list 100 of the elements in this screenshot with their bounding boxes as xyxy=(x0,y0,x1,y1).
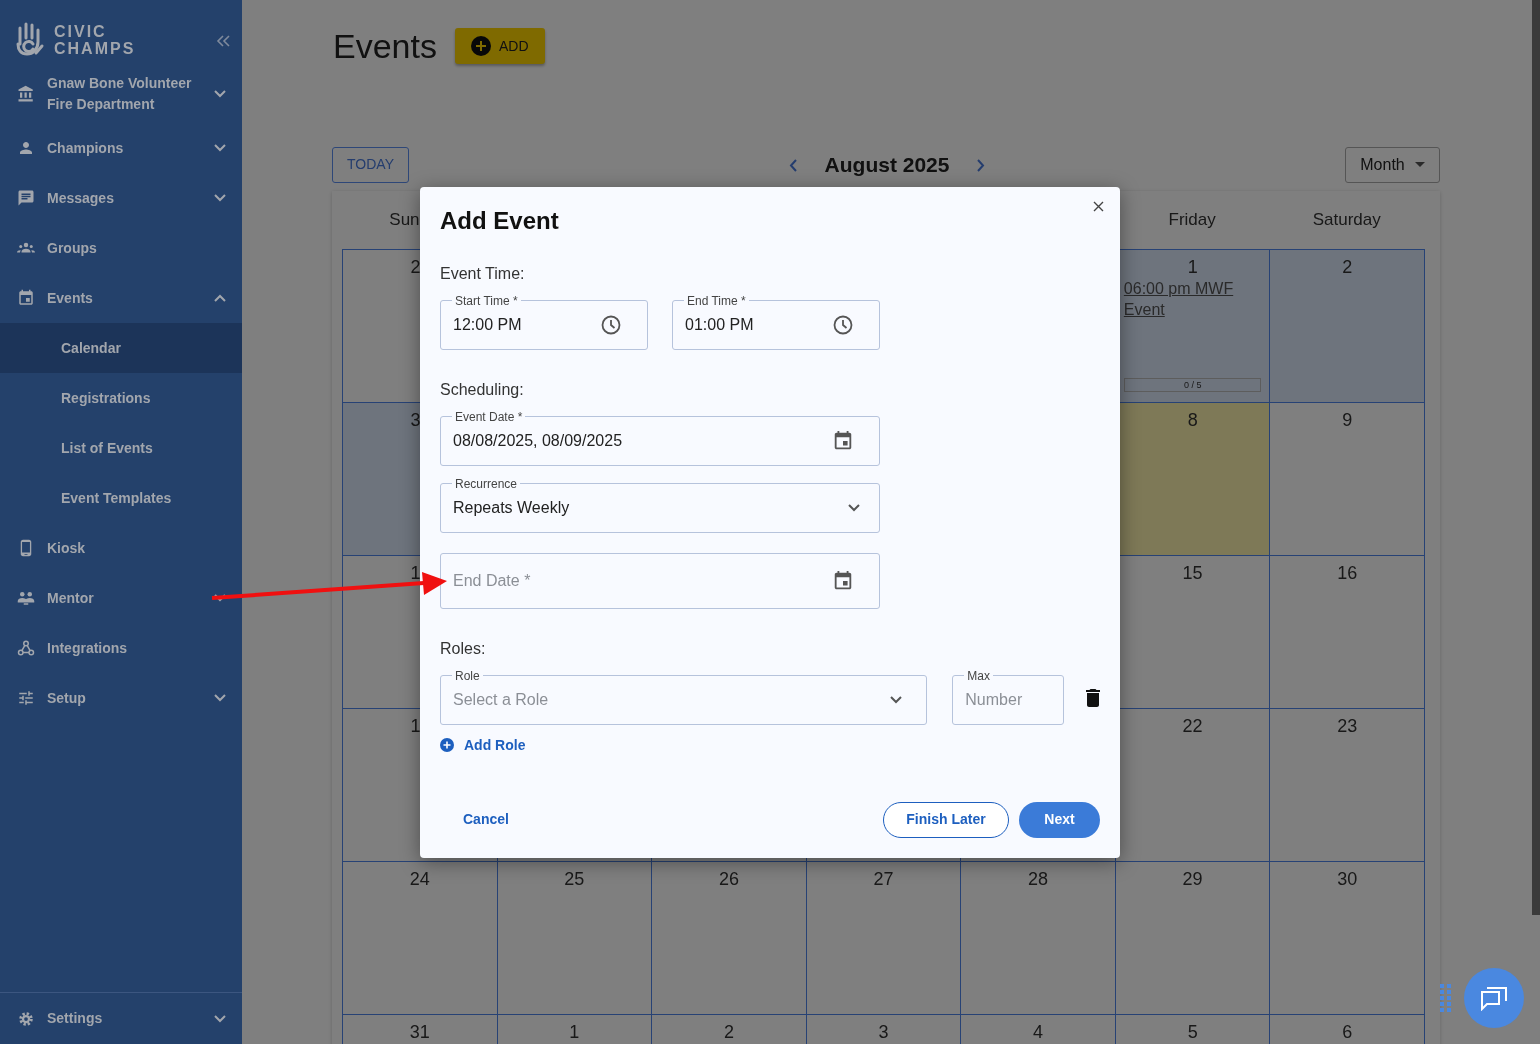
message-icon xyxy=(17,189,35,207)
chevron-down-icon xyxy=(848,504,860,513)
date-field[interactable]: End Date * xyxy=(440,552,880,609)
time-field[interactable]: End Time * 01:00 PM xyxy=(672,293,880,350)
sidebar-item[interactable]: Groups xyxy=(0,223,242,273)
day-number: 2 xyxy=(1342,255,1353,278)
month-title: August 2025 xyxy=(824,152,950,178)
day-number: 5 xyxy=(1187,1020,1198,1043)
day-number: 26 xyxy=(718,867,739,890)
close-icon xyxy=(1093,201,1104,212)
day-number: 3 xyxy=(410,408,421,431)
clock-icon xyxy=(833,315,853,336)
sidebar-subitem[interactable]: Event Templates xyxy=(0,473,242,523)
text-input[interactable]: 08/08/2025, 08/09/2025 xyxy=(453,429,832,454)
day-number: 6 xyxy=(1342,1020,1353,1043)
sidebar-item[interactable]: Champions xyxy=(0,123,242,173)
sidebar-subitem[interactable]: Calendar xyxy=(0,323,242,373)
day-number: 22 xyxy=(1182,714,1203,737)
calendar-icon xyxy=(832,569,854,592)
day-number: 15 xyxy=(1182,561,1203,584)
chat-button[interactable] xyxy=(1464,968,1524,1028)
clock-icon xyxy=(601,315,621,336)
day-number: 8 xyxy=(1187,408,1198,431)
section-heading: Roles: xyxy=(440,638,487,659)
text-input[interactable]: 12:00 PM xyxy=(453,313,601,338)
day-number: 23 xyxy=(1337,714,1358,737)
day-number: 1 xyxy=(410,561,421,584)
sidebar-item[interactable]: Messages xyxy=(0,173,242,223)
section-heading: Scheduling: xyxy=(440,379,525,400)
add-button[interactable]: ADD xyxy=(454,28,545,65)
brand-name: CIVIC CHAMPS xyxy=(54,23,136,57)
hand-icon xyxy=(16,22,46,58)
sidebar-subitem[interactable]: List of Events xyxy=(0,423,242,473)
plus-circle-icon xyxy=(440,738,454,753)
gear-icon xyxy=(17,1009,35,1028)
plus-circle-icon xyxy=(470,36,491,57)
sidebar-item[interactable]: Setup xyxy=(0,673,242,723)
view-dropdown[interactable]: Month xyxy=(1345,146,1440,183)
chevron-down-icon xyxy=(890,696,903,705)
day-number: 28 xyxy=(1028,867,1049,890)
day-number: 27 xyxy=(873,867,894,890)
close-button[interactable] xyxy=(1091,199,1106,214)
day-number: 31 xyxy=(409,1020,430,1043)
time-field[interactable]: Start Time * 12:00 PM xyxy=(440,293,648,350)
drag-handle-icon xyxy=(1440,984,1452,1012)
weekday-label: Saturday xyxy=(1312,210,1381,230)
sidebar-item[interactable]: Mentor xyxy=(0,573,242,623)
sidebar-item[interactable]: Settings xyxy=(0,993,242,1044)
day-number: 30 xyxy=(1337,867,1358,890)
day-number: 29 xyxy=(1182,867,1203,890)
caret-icon xyxy=(1414,162,1425,168)
sidebar-item[interactable]: Kiosk xyxy=(0,523,242,573)
chat-icon xyxy=(1480,985,1508,1011)
today-button[interactable]: TODAY xyxy=(332,146,409,183)
text-input[interactable]: Number xyxy=(965,688,1051,713)
field-label: Recurrence xyxy=(454,476,519,491)
cancel-button[interactable]: Cancel xyxy=(440,803,532,837)
nodes-icon xyxy=(17,639,35,657)
add-role-button[interactable]: Add Role xyxy=(440,734,526,756)
event-link[interactable]: 06:00 pm MWF Event xyxy=(1123,277,1262,320)
people-icon xyxy=(17,589,35,607)
text-input[interactable]: Repeats Weekly xyxy=(453,496,848,521)
section-heading: Event Time: xyxy=(440,263,526,284)
next-button[interactable]: Next xyxy=(1019,801,1100,838)
max-field[interactable]: Max Number xyxy=(952,668,1064,725)
text-input[interactable]: Select a Role xyxy=(453,688,891,713)
day-number: 1 xyxy=(569,1020,580,1043)
chevron-right-icon xyxy=(977,159,986,173)
weekday-label: Sun xyxy=(389,210,420,230)
weekday-label: Friday xyxy=(1168,210,1216,230)
dialog-title: Add Event xyxy=(440,207,560,236)
day-number: 1 xyxy=(1187,255,1198,278)
field-label: Role xyxy=(454,668,481,683)
finish-later-button[interactable]: Finish Later xyxy=(883,801,1009,838)
person-icon xyxy=(17,139,35,157)
text-input[interactable]: 01:00 PM xyxy=(685,313,833,338)
role-select[interactable]: Role Select a Role xyxy=(440,668,928,725)
page-title: Events xyxy=(333,26,437,67)
day-number: 2 xyxy=(410,255,421,278)
calendar-icon xyxy=(17,289,35,307)
bank-icon xyxy=(17,85,35,103)
day-number: 9 xyxy=(1342,408,1353,431)
sliders-icon xyxy=(17,689,35,707)
date-field[interactable]: Event Date * 08/08/2025, 08/09/2025 xyxy=(440,409,880,466)
trash-icon xyxy=(1086,688,1100,707)
chevron-left-icon xyxy=(788,159,797,173)
day-number: 1 xyxy=(410,714,421,737)
sidebar-item[interactable]: Gnaw Bone Volunteer Fire Department xyxy=(0,68,242,120)
field-label: Max xyxy=(966,668,991,683)
day-number: 3 xyxy=(878,1020,889,1043)
sidebar-item[interactable]: Integrations xyxy=(0,623,242,673)
field-label: Start Time * xyxy=(454,293,519,308)
sidebar-item[interactable]: Events xyxy=(0,273,242,323)
text-input[interactable]: End Date * xyxy=(453,568,832,593)
recurrence-select[interactable]: Recurrence Repeats Weekly xyxy=(440,476,880,533)
field-label: End Time * xyxy=(686,293,747,308)
field-label: Event Date * xyxy=(454,409,524,424)
day-number: 24 xyxy=(409,867,430,890)
capacity-count: 0 / 5 xyxy=(1183,379,1202,390)
sidebar-subitem[interactable]: Registrations xyxy=(0,373,242,423)
